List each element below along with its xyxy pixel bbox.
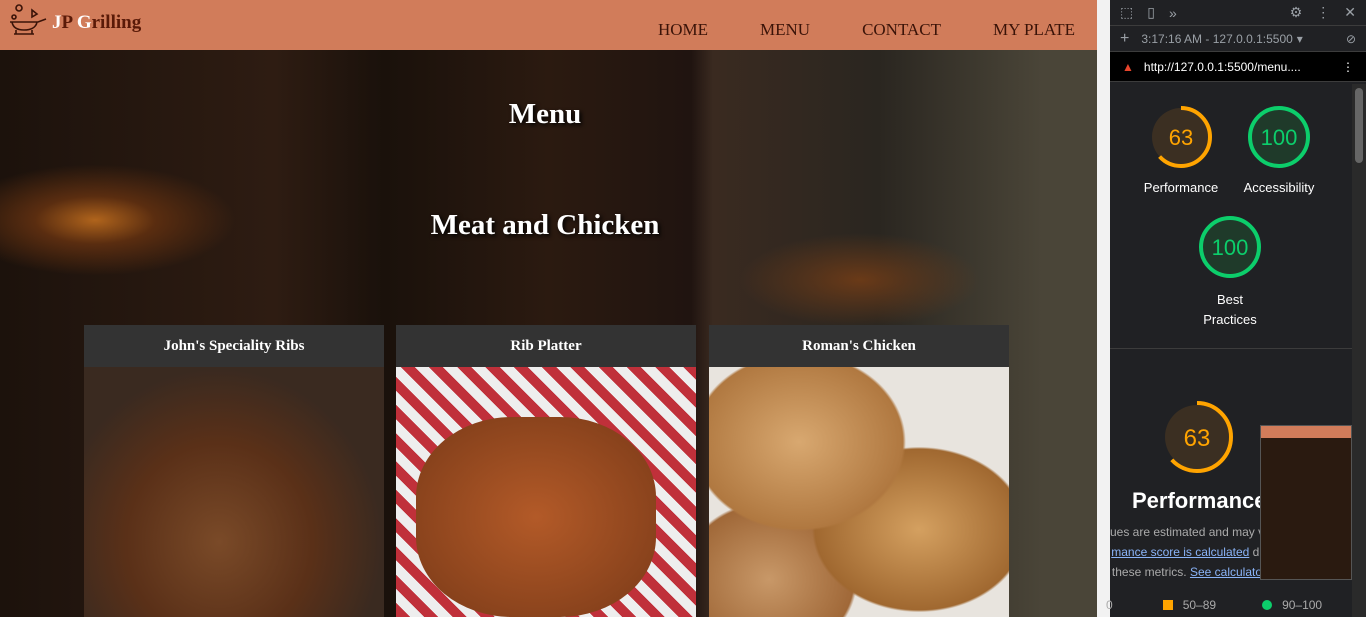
gauge-ring: 100 [1199,216,1261,278]
add-report-icon[interactable]: + [1120,30,1129,48]
report-select[interactable]: 3:17:16 AM - 127.0.0.1:5500 [1141,32,1292,46]
page-title: Menu [508,98,582,130]
average-square-icon [1162,600,1173,610]
navbar: JP Grilling HOME MENU CONTACT MY PLATE [0,0,1097,50]
score-calc-link[interactable]: mance score is calculated [1111,545,1249,559]
chef-pan-logo-icon [10,4,47,35]
card-title: John's Speciality Ribs [84,325,384,367]
menu-card-rib-platter[interactable]: Rib Platter [396,325,696,617]
gauge-ring: 100 [1248,106,1310,168]
kebab-menu-icon[interactable]: ⋮ [1316,4,1330,21]
gauge-best-practices[interactable]: 100 Best Practices [1180,212,1280,330]
brand-g: G [76,12,92,33]
clear-icon[interactable]: ⊘ [1346,32,1356,46]
score-value: 63 [1169,125,1193,150]
chicken-image [709,367,1009,617]
page-screenshot-thumbnail[interactable] [1260,425,1352,580]
more-tabs-icon[interactable]: » [1169,5,1177,21]
legend-fail: 0 [1106,598,1113,612]
device-toggle-icon[interactable]: ▯ [1147,4,1155,21]
ribs-image [84,367,384,617]
nav-my-plate[interactable]: MY PLATE [993,20,1075,40]
brand-p: P [61,12,77,33]
desc-text: these metrics. [1111,565,1190,579]
legend-pass: 90–100 [1282,598,1323,612]
brand-logo[interactable]: JP Grilling [52,12,141,34]
score-value: 100 [1261,125,1298,150]
resize-divider[interactable] [1097,0,1110,617]
settings-gear-icon[interactable]: ⚙ [1290,4,1303,21]
scrollbar[interactable] [1352,84,1366,617]
score-value: 63 [1184,425,1211,452]
calculator-link[interactable]: See calculato [1190,565,1262,579]
divider [1110,348,1352,349]
devtools-panel: ⬚ ▯ » ⚙ ⋮ ✕ +3:17:16 AM - 127.0.0.1:5500 ▾ ⊘ ▲ h… [1106,0,1366,617]
brand-j: J [52,12,62,33]
menu-card-ribs[interactable]: John's Speciality Ribs [84,325,384,617]
dropdown-arrow-icon[interactable]: ▾ [1297,32,1303,46]
performance-gauge-large: 63 [1161,401,1233,473]
gauge-performance[interactable]: 63 Performance [1131,102,1231,195]
performance-description: ues are estimated and may va mance score … [1110,522,1262,582]
desc-line: ues are estimated and may va [1110,525,1262,539]
gauge-label: Accessibility [1243,180,1315,195]
gauge-accessibility[interactable]: 100 Accessibility [1229,102,1329,195]
lighthouse-icon: ▲ [1122,59,1134,74]
score-value: 100 [1212,235,1249,260]
card-title: Rib Platter [396,325,696,367]
legend-average: 50–89 [1182,598,1217,612]
gauge-label: Best Practices [1203,292,1257,327]
rib-platter-image [396,367,696,617]
section-title: Meat and Chicken [430,209,660,241]
pass-circle-icon [1262,600,1273,610]
inspect-icon[interactable]: ⬚ [1120,4,1133,21]
nav-home[interactable]: HOME [658,20,708,40]
brand-rest: rilling [91,12,142,33]
gauge-label: Performance [1143,180,1219,195]
nav-menu[interactable]: MENU [760,20,810,40]
nav-contact[interactable]: CONTACT [862,20,941,40]
score-legend: 0 50–89 90–100 [1106,598,1323,612]
close-icon[interactable]: ✕ [1344,4,1356,21]
report-url: http://127.0.0.1:5500/menu.... [1143,59,1301,74]
menu-card-chicken[interactable]: Roman's Chicken [709,325,1009,617]
website-viewport: JP Grilling HOME MENU CONTACT MY PLATE M… [0,0,1097,617]
scroll-thumb[interactable] [1355,88,1363,163]
performance-title: Performance [1132,488,1267,513]
gauge-ring: 63 [1150,106,1212,168]
card-title: Roman's Chicken [709,325,1009,367]
url-menu-icon[interactable]: ⋮ [1342,60,1354,74]
